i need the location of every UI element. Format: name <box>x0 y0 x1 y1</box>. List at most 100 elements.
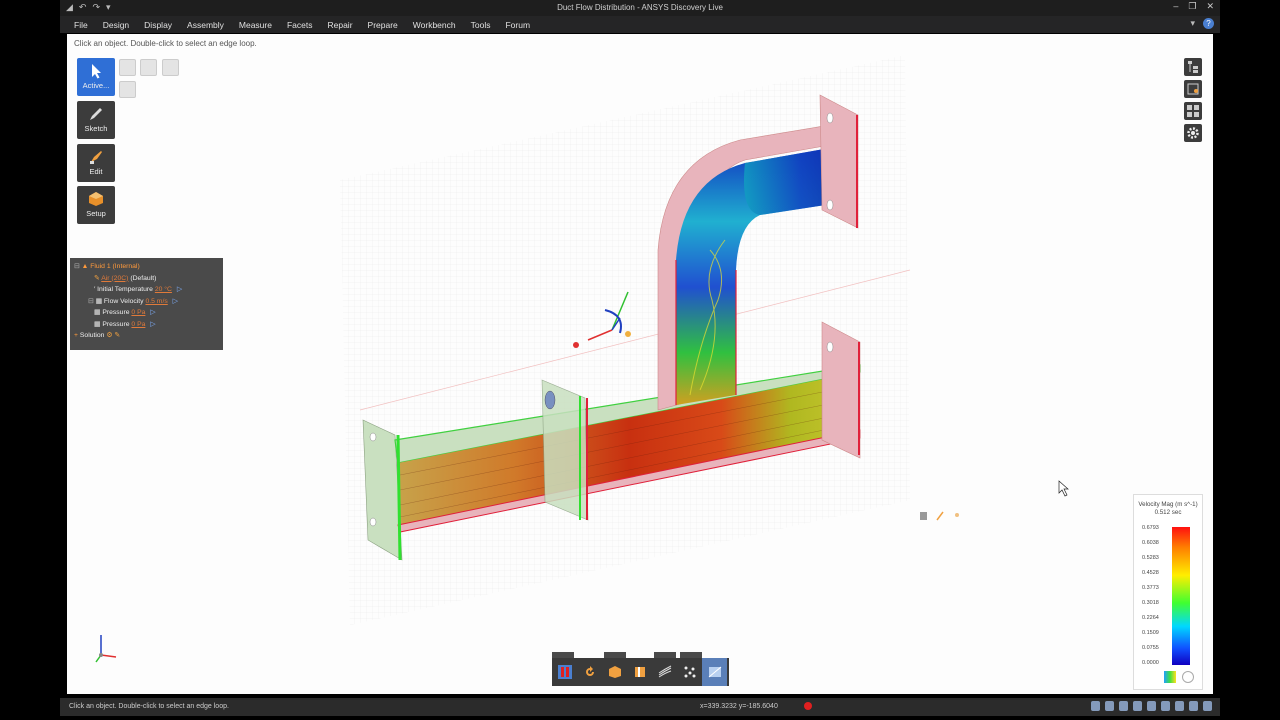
setup-tool-button[interactable]: Setup <box>77 186 115 224</box>
flange-bolt-hole <box>369 517 377 527</box>
add-icon[interactable]: + <box>74 332 78 339</box>
zoom-box-icon[interactable] <box>1161 701 1170 711</box>
legend-time: 0.512 sec <box>1154 509 1182 516</box>
material-icon: ✎ <box>94 274 100 282</box>
material-label[interactable]: Air (20C) <box>101 275 128 282</box>
initial-temperature-label: Initial Temperature <box>97 286 153 293</box>
menu-assembly[interactable]: Assembly <box>187 20 224 30</box>
display-style-icon[interactable] <box>1184 80 1202 98</box>
solid-display-icon[interactable] <box>602 658 627 686</box>
menu-prepare[interactable]: Prepare <box>368 20 398 30</box>
legend-reset-icon[interactable] <box>1182 671 1194 683</box>
flange-bolt-hole <box>369 432 377 442</box>
scene-canvas[interactable] <box>67 34 1213 694</box>
tree-item-material[interactable]: ✎ Air (20C) (Default) <box>74 273 219 285</box>
legend-tick: 0.0000 <box>1142 660 1159 666</box>
streamlines-icon[interactable] <box>652 658 677 686</box>
menu-tools[interactable]: Tools <box>471 20 491 30</box>
expand-arrow-icon[interactable]: ▷ <box>173 298 178 305</box>
select-tool-button[interactable]: Active... <box>77 58 115 96</box>
legend-tick: 0.4528 <box>1142 570 1159 576</box>
viewport-mini-tools[interactable] <box>920 511 959 521</box>
structure-panel-icon[interactable] <box>1184 58 1202 76</box>
menu-display[interactable]: Display <box>144 20 172 30</box>
select-cursor-icon[interactable] <box>1119 701 1128 711</box>
ribbon-toggle-icon[interactable]: ▾ <box>1190 18 1195 29</box>
menu-bar: File Design Display Assembly Measure Fac… <box>60 16 1220 33</box>
restart-icon[interactable] <box>577 658 602 686</box>
legend-tick: 0.1509 <box>1142 630 1159 636</box>
tree-item-flow-velocity[interactable]: ⊟ ▦ Flow Velocity 0.5 m/s ▷ <box>74 296 219 308</box>
window-title: Duct Flow Distribution - ANSYS Discovery… <box>557 3 723 12</box>
pause-button[interactable] <box>552 658 577 686</box>
legend-tick: 0.6793 <box>1142 525 1159 531</box>
solution-settings-icon[interactable]: ⚙ <box>106 332 112 339</box>
pressure-1-label: Pressure <box>102 309 130 316</box>
simulation-toolbar <box>552 652 729 686</box>
flow-velocity-value[interactable]: 0.5 m/s <box>145 298 167 305</box>
axes-triad <box>95 635 117 663</box>
select-mode-paint-icon[interactable] <box>162 59 179 76</box>
simulation-tree-panel: ⊟ ▲ Fluid 1 (Internal) ✎ Air (20C) (Defa… <box>70 258 223 350</box>
tree-item-pressure-2[interactable]: ▦ Pressure 0 Pa ▷ <box>74 319 219 331</box>
setup-icon <box>89 192 103 206</box>
flow-velocity-label: Flow Velocity <box>103 297 144 305</box>
pressure-1-value[interactable]: 0 Pa <box>131 309 145 316</box>
edit-tool-button[interactable]: Edit <box>77 144 115 182</box>
sketch-tool-button[interactable]: Sketch <box>77 101 115 139</box>
legend-tick: 0.5283 <box>1142 555 1159 561</box>
outlet-icon: ▦ <box>94 309 101 316</box>
selection-filter-icon[interactable] <box>1091 701 1100 711</box>
select-options-gear-icon[interactable] <box>119 81 136 98</box>
legend-tick: 0.3773 <box>1142 585 1159 591</box>
status-view-tools <box>1091 701 1212 711</box>
tree-item-fluid[interactable]: ⊟ ▲ Fluid 1 (Internal) <box>74 261 219 273</box>
orbit-icon[interactable] <box>1189 701 1198 711</box>
mouse-cursor <box>1058 480 1069 497</box>
velocity-legend[interactable]: Velocity Mag (m s^-1) 0.512 sec 0.6793 0… <box>1133 494 1203 690</box>
select-mode-lasso-icon[interactable] <box>140 59 157 76</box>
sketch-mode-icon[interactable] <box>1203 701 1212 711</box>
expand-arrow-icon[interactable]: ▷ <box>177 286 182 293</box>
expand-arrow-icon[interactable]: ▷ <box>150 309 155 316</box>
menu-design[interactable]: Design <box>103 20 129 30</box>
view-layout-icon[interactable] <box>1184 102 1202 120</box>
solution-label: Solution <box>79 332 105 339</box>
pan-icon[interactable] <box>1105 701 1114 711</box>
menu-workbench[interactable]: Workbench <box>413 20 456 30</box>
pencil-icon <box>90 108 102 120</box>
menu-forum[interactable]: Forum <box>505 20 530 30</box>
tree-item-solution[interactable]: + Solution ⚙ ✎ <box>74 330 219 342</box>
minimize-icon[interactable]: – <box>1173 1 1178 12</box>
initial-temperature-value[interactable]: 20 °C <box>155 286 172 293</box>
menu-repair[interactable]: Repair <box>327 20 352 30</box>
particles-icon[interactable] <box>677 658 702 686</box>
surface-contour-icon[interactable] <box>702 658 727 686</box>
restore-icon[interactable]: ❐ <box>1188 1 1196 12</box>
3d-viewport[interactable]: Click an object. Double-click to select … <box>67 34 1213 694</box>
tree-item-initial-temperature[interactable]: ′ Initial Temperature 20 °C ▷ <box>74 284 219 296</box>
menu-measure[interactable]: Measure <box>239 20 272 30</box>
select-mode-box-icon[interactable] <box>119 59 136 76</box>
tree-item-pressure-1[interactable]: ▦ Pressure 0 Pa ▷ <box>74 307 219 319</box>
pressure-2-label: Pressure <box>102 320 130 328</box>
expand-arrow-icon[interactable]: ▷ <box>150 321 155 328</box>
help-icon[interactable]: ? <box>1203 18 1214 29</box>
menu-facets[interactable]: Facets <box>287 20 313 30</box>
close-icon[interactable]: ✕ <box>1206 1 1214 12</box>
menu-file[interactable]: File <box>74 20 88 30</box>
zoom-icon[interactable] <box>1175 701 1184 711</box>
move-icon[interactable] <box>1147 701 1156 711</box>
section-plane-icon[interactable] <box>627 658 652 686</box>
solution-brush-icon[interactable]: ✎ <box>114 332 120 339</box>
app-window: ◢ ↶ ↷ ▾ Duct Flow Distribution - ANSYS D… <box>0 0 1280 720</box>
error-indicator-icon[interactable] <box>804 702 812 710</box>
title-bar: ◢ ↶ ↷ ▾ Duct Flow Distribution - ANSYS D… <box>60 0 1220 16</box>
edit-tool-label: Edit <box>89 167 103 176</box>
outlet-icon: ▦ <box>94 320 101 328</box>
status-message: Click an object. Double-click to select … <box>69 703 229 710</box>
pressure-2-value[interactable]: 0 Pa <box>131 321 145 328</box>
gear-icon[interactable] <box>1184 124 1202 142</box>
box-select-icon[interactable] <box>1133 701 1142 711</box>
legend-colormap-icon[interactable] <box>1164 671 1176 683</box>
